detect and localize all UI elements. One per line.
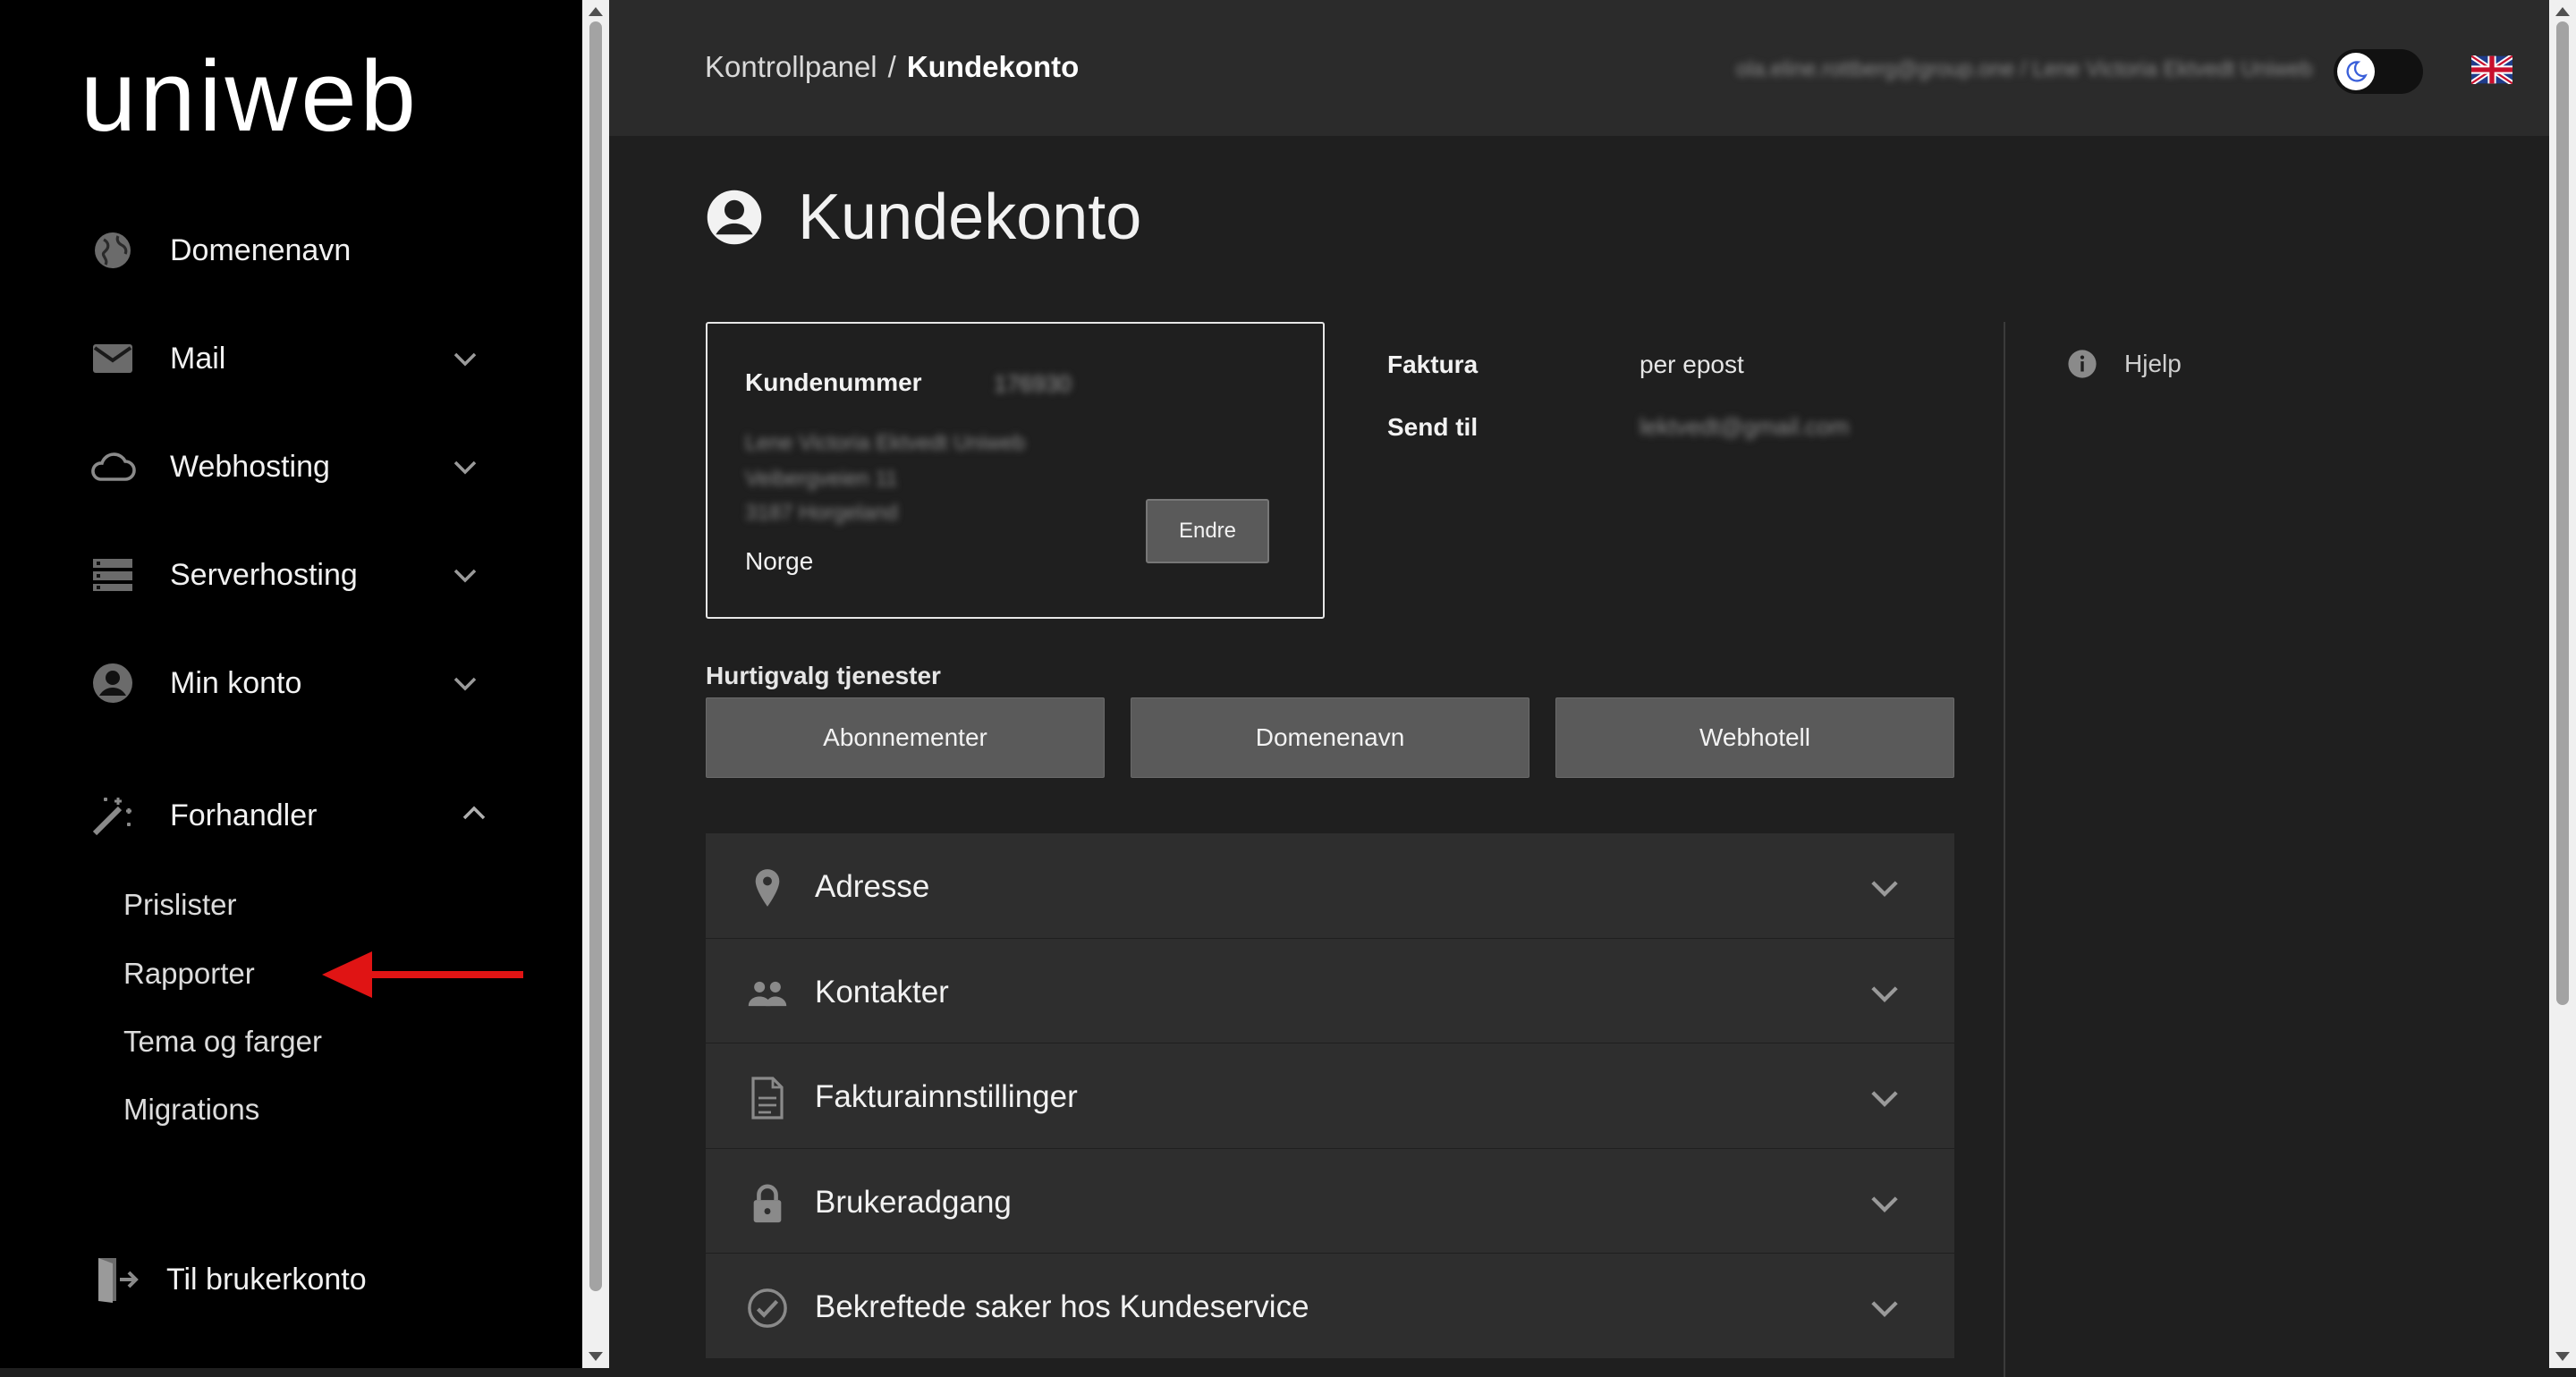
sub-item-prislister[interactable]: Prislister bbox=[123, 888, 237, 922]
main-content: Kundekonto Kundenummer 176930 Lene Victo… bbox=[609, 136, 2549, 1377]
customer-country: Norge bbox=[745, 547, 814, 575]
sidebar-item-webhosting[interactable]: Webhosting bbox=[89, 427, 483, 507]
invoice-value: per epost bbox=[1640, 351, 1744, 378]
scrollbar-thumb[interactable] bbox=[2556, 21, 2569, 1005]
customer-address-line2: 3187 Horgeland bbox=[745, 501, 898, 525]
chevron-up-icon[interactable] bbox=[456, 795, 492, 831]
magic-wand-icon bbox=[89, 792, 136, 839]
help-label: Hjelp bbox=[2124, 350, 2182, 377]
sidebar-item-forhandler[interactable]: Forhandler bbox=[89, 775, 486, 856]
sidebar-item-label: Forhandler bbox=[170, 798, 318, 832]
accordion-item-bekreftede-saker[interactable]: Bekreftede saker hos Kundeservice bbox=[706, 1254, 1954, 1359]
customer-card: Kundenummer 176930 Lene Victoria Ektvedt… bbox=[706, 322, 1325, 619]
lock-icon bbox=[747, 1183, 788, 1224]
sidebar-item-serverhosting[interactable]: Serverhosting bbox=[89, 535, 483, 615]
scrollbar-thumb[interactable] bbox=[589, 21, 602, 1291]
accordion-label: Adresse bbox=[815, 869, 930, 904]
scroll-down-icon[interactable] bbox=[589, 1352, 603, 1361]
scroll-up-icon[interactable] bbox=[2555, 7, 2570, 16]
scroll-up-icon[interactable] bbox=[589, 7, 603, 16]
customer-name: Lene Victoria Ektvedt Uniweb bbox=[745, 431, 1026, 455]
sidebar-item-label: Domenenavn bbox=[170, 232, 352, 267]
page-title: Kundekonto bbox=[705, 181, 1141, 254]
sub-item-tema-og-farger[interactable]: Tema og farger bbox=[123, 1025, 322, 1059]
red-arrow-annotation bbox=[322, 951, 523, 998]
mail-icon bbox=[89, 335, 136, 382]
invoice-label: Faktura bbox=[1387, 351, 1479, 378]
svg-text:uniweb: uniweb bbox=[80, 45, 419, 152]
account-circle-icon bbox=[707, 190, 762, 245]
send-to-value: lektvedt@gmail.com bbox=[1640, 413, 1850, 440]
accordion-item-fakturainnstillinger[interactable]: Fakturainnstillinger bbox=[706, 1043, 1954, 1149]
sidebar-item-label: Mail bbox=[170, 341, 226, 376]
sub-item-rapporter[interactable]: Rapporter bbox=[123, 957, 255, 991]
sub-item-migrations[interactable]: Migrations bbox=[123, 1093, 259, 1127]
document-icon bbox=[747, 1077, 788, 1119]
sidebar: uniweb Domenenavn Mail Webhosting Server… bbox=[0, 0, 582, 1368]
sidebar-item-domenenavn[interactable]: Domenenavn bbox=[89, 210, 483, 291]
vertical-divider bbox=[2004, 322, 2005, 1377]
send-to-label: Send til bbox=[1387, 413, 1479, 441]
theme-toggle[interactable] bbox=[2334, 49, 2423, 94]
location-pin-icon bbox=[747, 867, 788, 908]
people-icon bbox=[747, 973, 788, 1014]
page-title-text: Kundekonto bbox=[798, 182, 1142, 253]
sidebar-item-label: Serverhosting bbox=[170, 557, 358, 592]
accordion-label: Bekreftede saker hos Kundeservice bbox=[815, 1289, 1309, 1325]
cloud-icon bbox=[89, 444, 136, 490]
chevron-down-icon[interactable] bbox=[447, 342, 483, 377]
breadcrumb-separator: / bbox=[887, 50, 896, 83]
user-info: ola.eline.rottberg@group.one / Lene Vict… bbox=[1736, 57, 2313, 81]
accordion-item-kontakter[interactable]: Kontakter bbox=[706, 938, 1954, 1044]
accordion-item-brukeradgang[interactable]: Brukeradgang bbox=[706, 1148, 1954, 1255]
exit-icon bbox=[95, 1256, 141, 1303]
globe-icon bbox=[89, 227, 136, 274]
sidebar-item-min-konto[interactable]: Min konto bbox=[89, 643, 483, 723]
main-scrollbar[interactable] bbox=[2549, 0, 2576, 1368]
quick-button-domenenavn[interactable]: Domenenavn bbox=[1131, 697, 1530, 778]
customer-number-value: 176930 bbox=[994, 370, 1072, 397]
sidebar-item-mail[interactable]: Mail bbox=[89, 318, 483, 399]
sidebar-scrollbar[interactable] bbox=[582, 0, 609, 1368]
chevron-down-icon[interactable] bbox=[447, 666, 483, 702]
accordion: Adresse Kontakter Fakturainnstillinger B… bbox=[706, 833, 1954, 1359]
sidebar-item-label: Til brukerkonto bbox=[166, 1262, 367, 1297]
accordion-label: Fakturainnstillinger bbox=[815, 1079, 1078, 1115]
top-bar: Kontrollpanel / Kundekonto ola.eline.rottb… bbox=[609, 0, 2549, 136]
info-icon bbox=[2068, 350, 2097, 378]
accordion-item-adresse[interactable]: Adresse bbox=[706, 833, 1954, 939]
chevron-down-icon[interactable] bbox=[447, 558, 483, 594]
quick-button-abonnementer[interactable]: Abonnementer bbox=[706, 697, 1105, 778]
accordion-label: Kontakter bbox=[815, 974, 949, 1010]
customer-number-label: Kundenummer bbox=[745, 368, 922, 396]
chevron-down-icon[interactable] bbox=[1868, 978, 1901, 1010]
sidebar-item-label: Webhosting bbox=[170, 449, 330, 484]
quick-button-webhotell[interactable]: Webhotell bbox=[1555, 697, 1954, 778]
chevron-down-icon[interactable] bbox=[1868, 873, 1901, 905]
link-til-brukerkonto[interactable]: Til brukerkonto bbox=[95, 1239, 488, 1320]
account-circle-icon bbox=[89, 660, 136, 706]
breadcrumb: Kontrollpanel / Kundekonto bbox=[705, 50, 1079, 84]
breadcrumb-current: Kundekonto bbox=[906, 50, 1080, 83]
help-link[interactable]: Hjelp bbox=[2067, 349, 2182, 379]
uk-flag-icon[interactable] bbox=[2471, 55, 2512, 84]
customer-address-line1: Veibergveien 11 bbox=[745, 467, 898, 491]
breadcrumb-parent[interactable]: Kontrollpanel bbox=[705, 50, 877, 83]
chevron-down-icon[interactable] bbox=[447, 450, 483, 486]
scroll-down-icon[interactable] bbox=[2555, 1352, 2570, 1361]
quick-services-title: Hurtigvalg tjenester bbox=[706, 662, 941, 689]
edit-button[interactable]: Endre bbox=[1146, 499, 1269, 563]
sidebar-item-label: Min konto bbox=[170, 665, 302, 700]
chevron-down-icon[interactable] bbox=[1868, 1293, 1901, 1325]
check-circle-icon bbox=[747, 1288, 788, 1329]
chevron-down-icon[interactable] bbox=[1868, 1188, 1901, 1221]
chevron-down-icon[interactable] bbox=[1868, 1083, 1901, 1115]
accordion-label: Brukeradgang bbox=[815, 1184, 1012, 1220]
server-icon bbox=[89, 552, 136, 598]
uniweb-logo[interactable]: uniweb bbox=[80, 45, 492, 152]
moon-icon bbox=[2337, 53, 2375, 90]
